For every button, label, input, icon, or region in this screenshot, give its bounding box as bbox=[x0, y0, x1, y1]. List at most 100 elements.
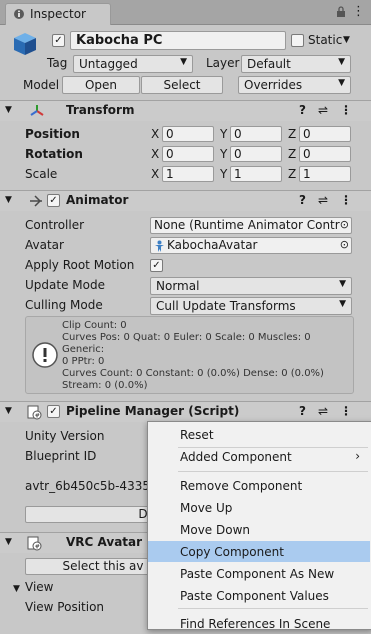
foldout-icon[interactable]: ▼ bbox=[5, 537, 12, 547]
foldout-icon[interactable]: ▼ bbox=[5, 406, 12, 416]
menu-item-find-references[interactable]: Find References In Scene bbox=[148, 613, 370, 634]
axis-z-label: Z bbox=[288, 147, 297, 161]
tag-label: Tag bbox=[47, 56, 68, 70]
info-line: Clip Count: 0 bbox=[62, 320, 127, 331]
menu-item-paste-component-as-new[interactable]: Paste Component As New bbox=[148, 563, 370, 584]
info-line: 0 PPtr: 0 bbox=[62, 356, 105, 367]
svg-text:#: # bbox=[35, 413, 40, 420]
animator-info-box: Clip Count: 0 Curves Pos: 0 Quat: 0 Eule… bbox=[25, 316, 354, 394]
menu-separator bbox=[178, 608, 368, 609]
axis-x-label: X bbox=[151, 127, 160, 141]
menu-item-paste-component-values[interactable]: Paste Component Values bbox=[148, 585, 370, 606]
axis-x-label: X bbox=[151, 167, 160, 181]
tab-menu-icon[interactable]: ⋮ bbox=[352, 4, 365, 19]
menu-item-move-down[interactable]: Move Down bbox=[148, 519, 370, 540]
foldout-icon[interactable]: ▼ bbox=[5, 195, 12, 205]
rotation-y-field[interactable]: 0 bbox=[230, 146, 282, 162]
info-line: Curves Pos: 0 Quat: 0 Euler: 0 Scale: 0 … bbox=[62, 332, 311, 355]
pipeline-title: Pipeline Manager (Script) bbox=[66, 404, 240, 418]
select-this-avatar-button[interactable]: Select this av bbox=[25, 558, 165, 575]
menu-item-reset[interactable]: Reset bbox=[148, 424, 370, 445]
inspector-tab[interactable]: Inspector bbox=[5, 3, 111, 25]
position-y-field[interactable]: 0 bbox=[230, 126, 282, 142]
scale-x-field[interactable]: 1 bbox=[162, 166, 214, 182]
inspector-tab-label: Inspector bbox=[30, 7, 86, 21]
static-dropdown-icon[interactable]: ▼ bbox=[343, 35, 350, 45]
apply-root-motion-checkbox[interactable]: ✓ bbox=[150, 259, 163, 272]
axis-x-label: X bbox=[151, 147, 160, 161]
menu-item-added-component[interactable]: Added Component › bbox=[148, 446, 370, 467]
model-open-button[interactable]: Open bbox=[62, 76, 140, 94]
animator-enabled-checkbox[interactable]: ✓ bbox=[47, 194, 60, 207]
foldout-icon[interactable]: ▼ bbox=[5, 105, 12, 115]
help-icon[interactable]: ? bbox=[299, 193, 306, 207]
foldout-icon[interactable]: ▼ bbox=[13, 584, 20, 594]
static-label: Static bbox=[308, 33, 343, 47]
pipeline-manager-header[interactable]: ▼ # ✓ Pipeline Manager (Script) ? ⇌ ⋮ bbox=[0, 401, 371, 422]
preset-icon[interactable]: ⇌ bbox=[318, 193, 328, 207]
culling-mode-dropdown[interactable]: Cull Update Transforms ▼ bbox=[150, 297, 352, 315]
menu-item-copy-component[interactable]: Copy Component bbox=[148, 541, 370, 562]
detach-button[interactable]: D bbox=[25, 506, 165, 523]
scale-y-field[interactable]: 1 bbox=[230, 166, 282, 182]
submenu-arrow-icon: › bbox=[355, 449, 360, 463]
rotation-label: Rotation bbox=[25, 147, 83, 161]
object-active-checkbox[interactable]: ✓ bbox=[52, 34, 65, 47]
view-section-label: View bbox=[25, 580, 54, 594]
component-menu-icon[interactable]: ⋮ bbox=[340, 193, 352, 207]
transform-header[interactable]: ▼ Transform ? ⇌ ⋮ bbox=[0, 100, 371, 121]
vrc-title: VRC Avatar D bbox=[66, 535, 157, 549]
axis-z-label: Z bbox=[288, 127, 297, 141]
position-z-field[interactable]: 0 bbox=[299, 126, 351, 142]
axis-y-label: Y bbox=[220, 127, 228, 141]
menu-item-move-up[interactable]: Move Up bbox=[148, 497, 370, 518]
inspector-tab-bar: Inspector ⋮ bbox=[0, 0, 371, 25]
help-icon[interactable]: ? bbox=[299, 404, 306, 418]
animator-header[interactable]: ▼ ✓ Animator ? ⇌ ⋮ bbox=[0, 190, 371, 211]
object-picker-icon[interactable]: ⊙ bbox=[340, 238, 349, 251]
menu-separator bbox=[178, 471, 368, 472]
axis-y-label: Y bbox=[220, 167, 228, 181]
apply-root-motion-label: Apply Root Motion bbox=[25, 258, 135, 272]
model-label: Model bbox=[23, 78, 60, 92]
info-icon bbox=[14, 9, 24, 19]
gameobject-cube-icon bbox=[14, 33, 36, 55]
info-line: Curves Count: 0 Constant: 0 (0.0%) Dense… bbox=[62, 368, 324, 379]
svg-text:#: # bbox=[35, 544, 40, 551]
axis-y-label: Y bbox=[220, 147, 228, 161]
blueprint-id-value: avtr_6b450c5b-4335 bbox=[25, 479, 150, 493]
object-picker-icon[interactable]: ⊙ bbox=[339, 218, 349, 231]
preset-icon[interactable]: ⇌ bbox=[318, 103, 328, 117]
avatar-field[interactable]: KabochaAvatar ⊙ bbox=[150, 237, 352, 254]
layer-label: Layer bbox=[206, 56, 240, 70]
view-position-label: View Position bbox=[25, 600, 105, 614]
info-icon bbox=[32, 342, 58, 368]
controller-field[interactable]: None (Runtime Animator Control ⊙ bbox=[150, 217, 352, 234]
layer-dropdown[interactable]: Default ▼ bbox=[241, 55, 351, 73]
info-line: Stream: 0 (0.0%) bbox=[62, 380, 148, 391]
preset-icon[interactable]: ⇌ bbox=[318, 404, 328, 418]
scale-z-field[interactable]: 1 bbox=[299, 166, 351, 182]
model-select-button[interactable]: Select bbox=[141, 76, 223, 94]
axis-z-label: Z bbox=[288, 167, 297, 181]
component-menu-icon[interactable]: ⋮ bbox=[340, 404, 352, 418]
object-name: Kabocha PC bbox=[76, 33, 163, 48]
object-name-field[interactable]: Kabocha PC bbox=[70, 31, 286, 50]
component-menu-icon[interactable]: ⋮ bbox=[340, 103, 352, 117]
pipeline-enabled-checkbox[interactable]: ✓ bbox=[47, 405, 60, 418]
static-checkbox[interactable] bbox=[291, 34, 304, 47]
rotation-x-field[interactable]: 0 bbox=[162, 146, 214, 162]
scale-label: Scale bbox=[25, 167, 58, 181]
rotation-z-field[interactable]: 0 bbox=[299, 146, 351, 162]
overrides-dropdown[interactable]: Overrides ▼ bbox=[238, 76, 351, 94]
position-x-field[interactable]: 0 bbox=[162, 126, 214, 142]
component-context-menu: Reset Added Component › Remove Component … bbox=[147, 421, 371, 631]
avatar-asset-icon bbox=[155, 240, 164, 252]
lock-icon[interactable] bbox=[336, 6, 346, 18]
tag-dropdown[interactable]: Untagged ▼ bbox=[73, 55, 193, 73]
update-mode-dropdown[interactable]: Normal ▼ bbox=[150, 277, 352, 295]
menu-item-remove-component[interactable]: Remove Component bbox=[148, 475, 370, 496]
help-icon[interactable]: ? bbox=[299, 103, 306, 117]
unity-version-label: Unity Version bbox=[25, 429, 105, 443]
animator-title: Animator bbox=[66, 193, 129, 207]
